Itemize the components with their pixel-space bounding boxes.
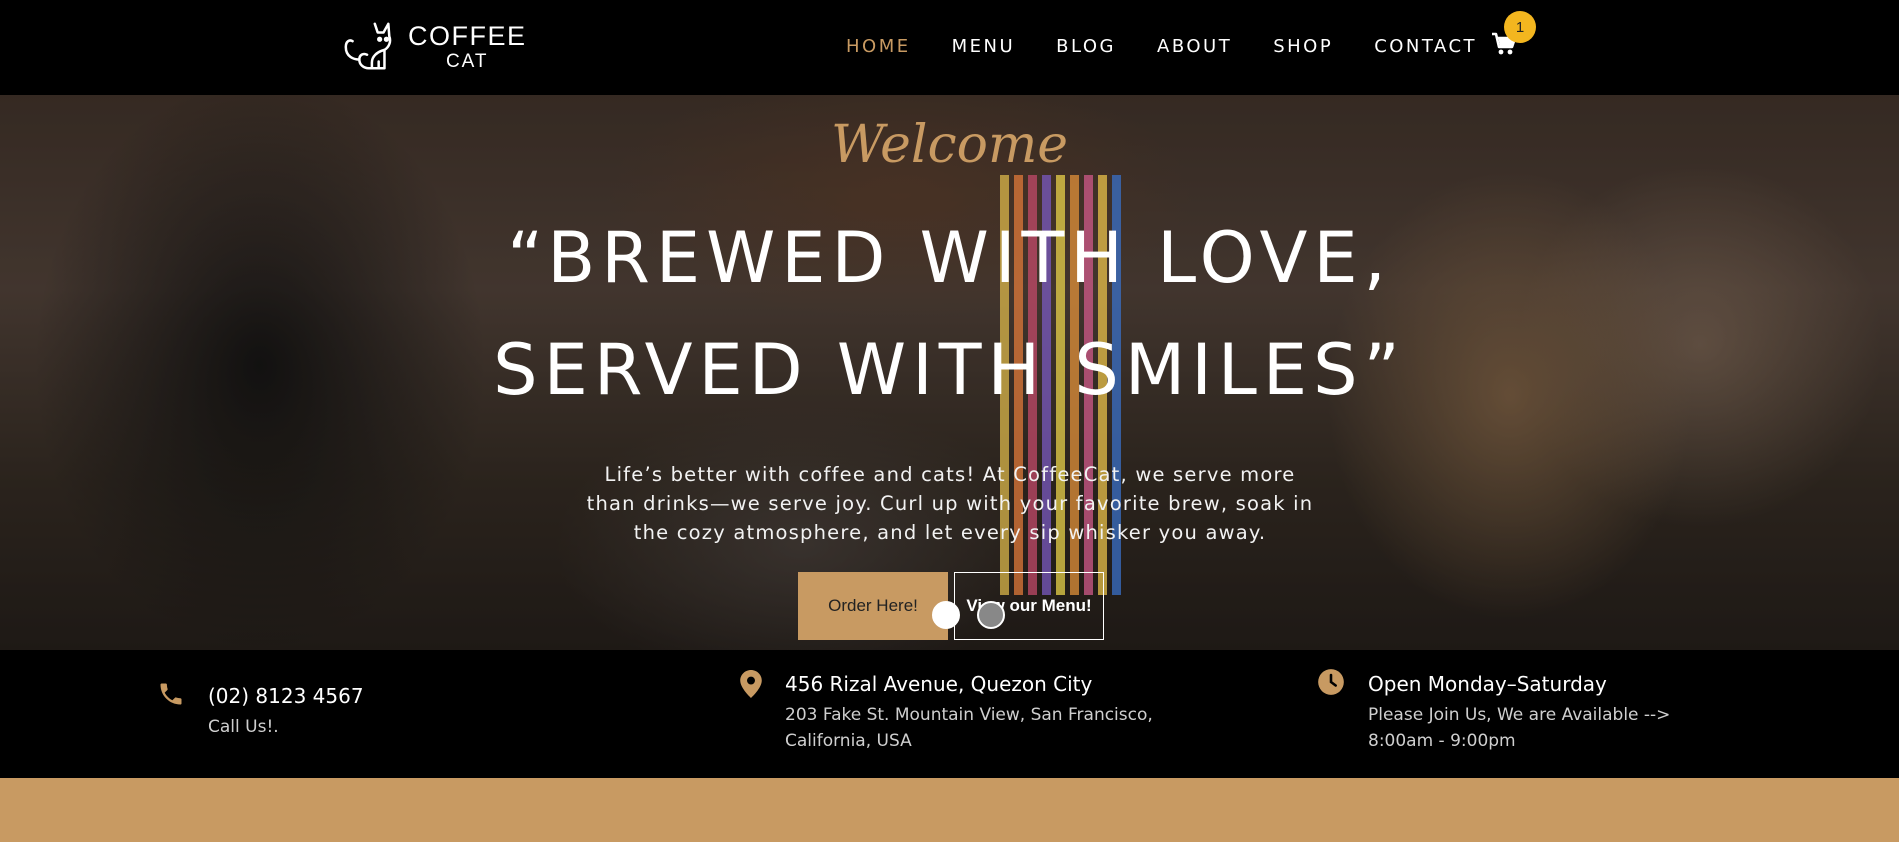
order-here-button[interactable]: Order Here! [798,572,948,640]
site-header: COFFEE CAT HOME MENU BLOG ABOUT SHOP CON… [0,0,1899,95]
address-title: 456 Rizal Avenue, Quezon City [785,672,1093,696]
nav-item-home[interactable]: HOME [846,36,911,57]
next-section-strip [0,778,1899,842]
phone-number[interactable]: (02) 8123 4567 [208,684,364,708]
phone-caption: Call Us!. [208,717,279,737]
hero-description: Life’s better with coffee and cats! At C… [586,463,1314,544]
hero-headline-line1: “BREWED WITH LOVE, [507,217,1392,299]
address-detail: 203 Fake St. Mountain View, San Francisc… [785,702,1153,754]
logo-text-cat: CAT [445,51,489,72]
hours-info: Open Monday–Saturday Please Join Us, We … [1368,672,1670,754]
hero-content: Welcome “BREWED WITH LOVE, SERVED WITH S… [0,95,1899,650]
hero-welcome: Welcome [830,115,1069,175]
address-line-2: California, USA [785,731,912,751]
hours-detail: Please Join Us, We are Available --> 8:0… [1368,702,1670,754]
contact-info-bar: (02) 8123 4567 Call Us!. 456 Rizal Avenu… [0,650,1899,778]
nav-item-contact[interactable]: CONTACT [1374,36,1477,57]
view-menu-button[interactable]: View our Menu! [954,572,1104,640]
nav-item-blog[interactable]: BLOG [1056,36,1116,57]
nav-item-about[interactable]: ABOUT [1157,36,1232,57]
address-info: 456 Rizal Avenue, Quezon City 203 Fake S… [785,672,1153,754]
hours-line-2: 8:00am - 9:00pm [1368,731,1516,751]
hero-banner: Welcome “BREWED WITH LOVE, SERVED WITH S… [0,95,1899,650]
cart-count-badge: 1 [1504,11,1536,43]
nav-item-shop[interactable]: SHOP [1273,36,1333,57]
site-logo[interactable]: COFFEE CAT [340,18,527,76]
hours-line-1: Please Join Us, We are Available --> [1368,705,1671,725]
nav-item-menu[interactable]: MENU [952,36,1016,57]
slider-dot-1[interactable] [932,601,960,629]
location-pin-icon [740,670,762,698]
clock-icon [1318,669,1344,695]
phone-icon [160,683,182,705]
logo-text-coffee: COFFEE [408,21,527,51]
hours-title: Open Monday–Saturday [1368,672,1607,696]
address-line-1: 203 Fake St. Mountain View, San Francisc… [785,705,1153,725]
cat-logo-icon [344,22,392,70]
main-nav: HOME MENU BLOG ABOUT SHOP CONTACT [846,36,1518,57]
phone-info: (02) 8123 4567 Call Us!. [208,684,364,740]
slider-dot-2[interactable] [977,601,1005,629]
hero-headline-line2: SERVED WITH SMILES” [493,329,1406,411]
